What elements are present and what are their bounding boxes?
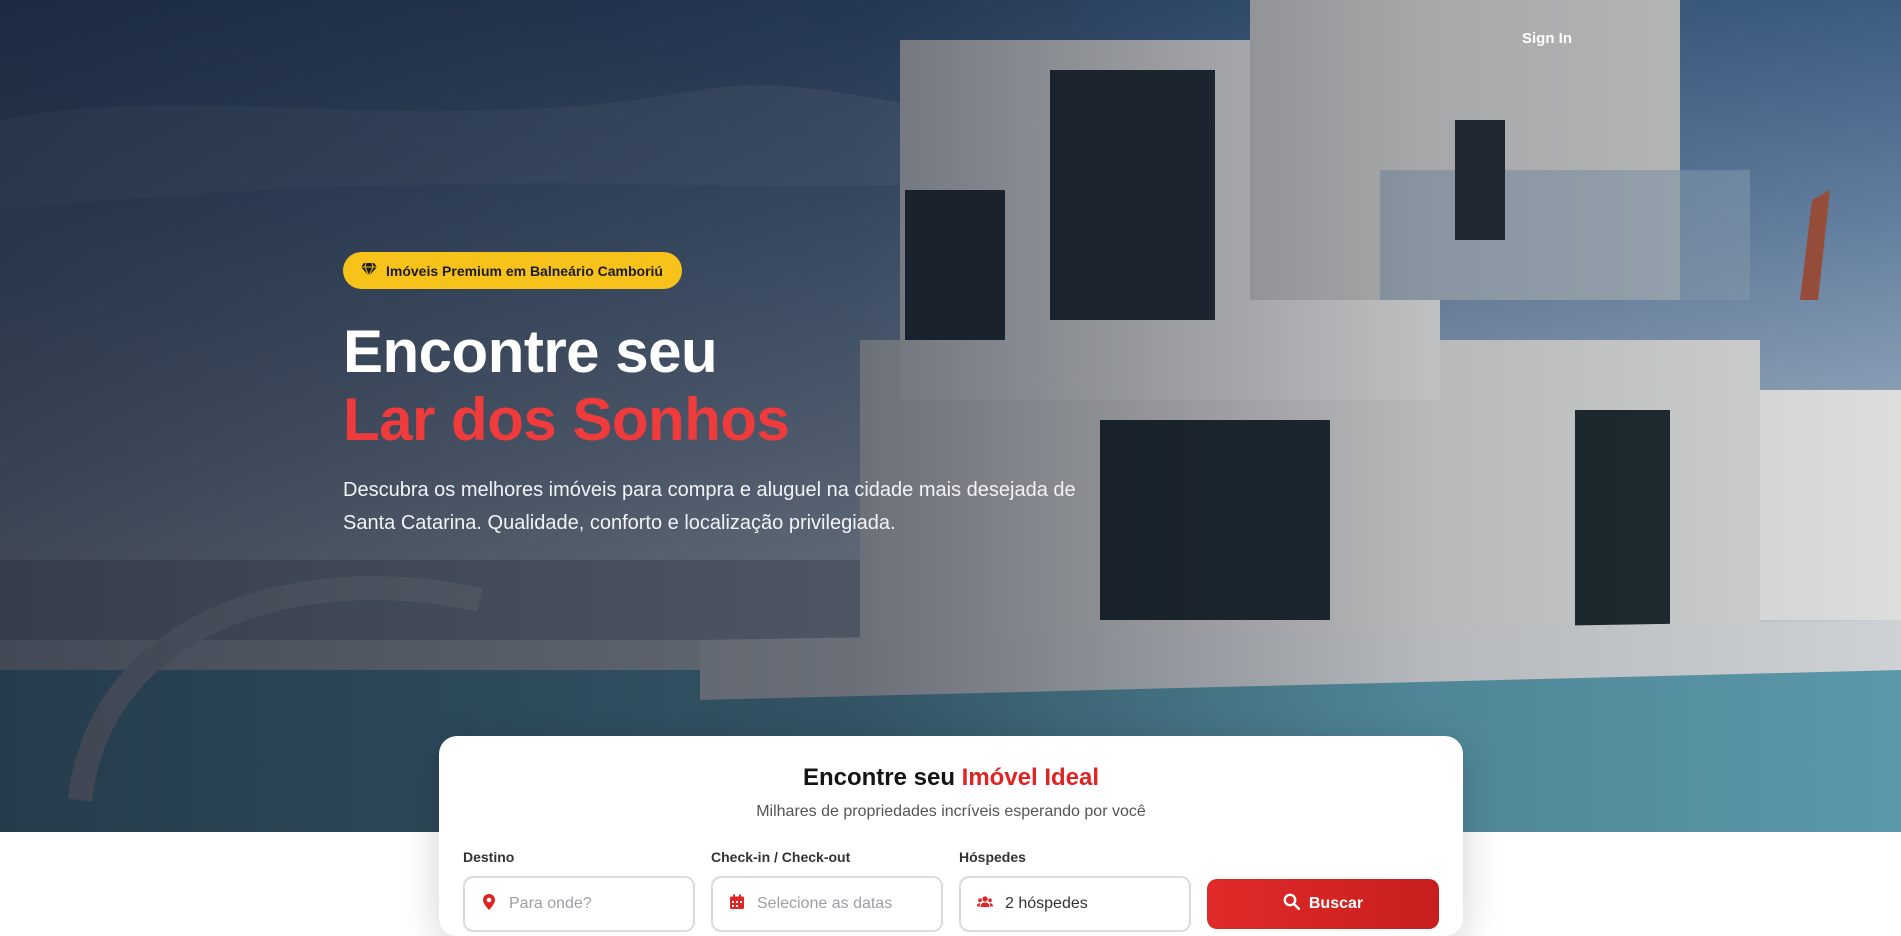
- search-button[interactable]: Buscar: [1207, 879, 1439, 929]
- search-icon: [1283, 893, 1301, 915]
- premium-badge: Imóveis Premium em Balneário Camboriú: [343, 252, 682, 289]
- guests-field[interactable]: 2 hóspedes: [959, 876, 1191, 932]
- dates-placeholder: Selecione as datas: [757, 895, 893, 912]
- search-title-accent: Imóvel Ideal: [961, 764, 1100, 791]
- destino-placeholder: Para onde?: [509, 895, 592, 912]
- users-icon: [977, 894, 993, 915]
- calendar-icon: [729, 894, 745, 915]
- map-marker-icon: [481, 893, 497, 915]
- badge-label: Imóveis Premium em Balneário Camboriú: [386, 262, 663, 279]
- gem-icon: [361, 261, 377, 280]
- dates-label: Check-in / Check-out: [711, 849, 851, 865]
- dates-field[interactable]: Selecione as datas: [711, 876, 943, 932]
- sign-in-link[interactable]: Sign In: [1522, 30, 1572, 47]
- hero-subtitle: Descubra os melhores imóveis para compra…: [343, 479, 1076, 534]
- guests-label: Hóspedes: [959, 849, 1026, 865]
- search-title-prefix: Encontre seu: [802, 764, 955, 791]
- hero-title-line1: Encontre seu: [343, 318, 718, 385]
- hero-title: Encontre seu Lar dos Sonhos: [343, 318, 790, 454]
- hero-overlay: [0, 0, 1901, 832]
- search-card-title: Encontre seu Imóvel Ideal: [439, 764, 1463, 792]
- hero-title-line2: Lar dos Sonhos: [343, 386, 790, 453]
- search-card: Encontre seu Imóvel Ideal Milhares de pr…: [439, 736, 1463, 936]
- hero-section: [0, 0, 1901, 832]
- destino-field[interactable]: Para onde?: [463, 876, 695, 932]
- guests-value: 2 hóspedes: [1005, 895, 1088, 912]
- search-button-label: Buscar: [1308, 895, 1364, 912]
- search-card-subtitle: Milhares de propriedades incríveis esper…: [756, 803, 1146, 820]
- destino-label: Destino: [463, 849, 515, 865]
